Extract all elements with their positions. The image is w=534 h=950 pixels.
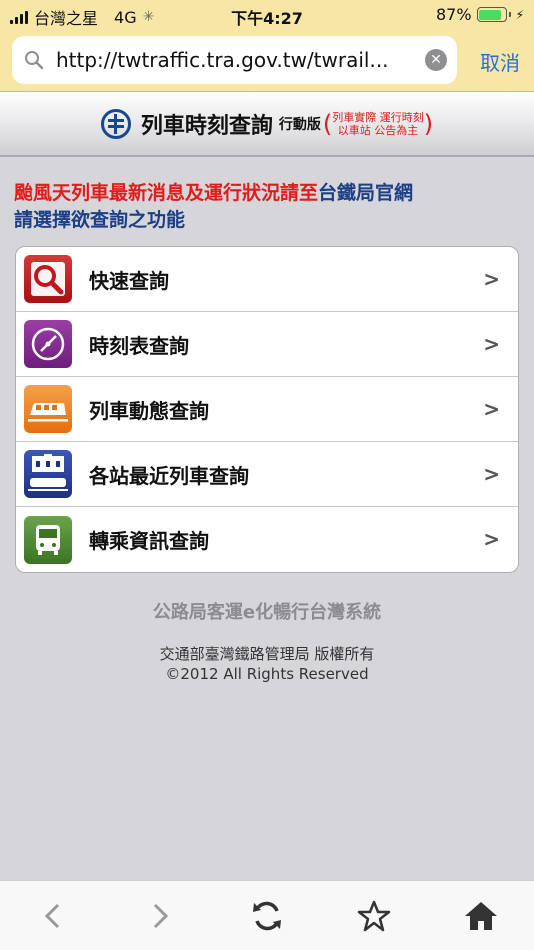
menu-item-timetable[interactable]: 時刻表查詢 > — [16, 312, 518, 377]
mobile-version-label: 行動版 — [278, 116, 321, 133]
charging-icon: ⚡ — [515, 7, 524, 22]
clock-icon — [24, 320, 72, 368]
refresh-icon[interactable] — [237, 891, 297, 941]
menu-item-transfer-info[interactable]: 轉乘資訊查詢 > — [16, 507, 518, 572]
copyright-line2: ©2012 All Rights Reserved — [165, 665, 369, 683]
tra-website-link[interactable]: 台鐵局官網 — [318, 182, 413, 204]
train-icon — [24, 385, 72, 433]
forward-icon[interactable] — [130, 891, 190, 941]
home-icon[interactable] — [451, 891, 511, 941]
url-field[interactable]: http://twtraffic.tra.gov.tw/twrail... ✕ — [12, 36, 457, 84]
chevron-right-icon: > — [483, 332, 500, 356]
menu-item-nearby-trains[interactable]: 各站最近列車查詢 > — [16, 442, 518, 507]
search-icon — [25, 51, 44, 70]
magnifier-icon — [24, 255, 72, 303]
chevron-right-icon: > — [483, 397, 500, 421]
tra-logo-icon — [100, 108, 131, 139]
site-header: 列車時刻查詢 行動版 ( 列車實際 運行時刻 以車站 公告為主 ) — [0, 92, 534, 157]
menu-item-label: 各站最近列車查詢 — [89, 463, 249, 488]
clear-url-icon[interactable]: ✕ — [425, 49, 447, 71]
menu-item-label: 轉乘資訊查詢 — [89, 529, 209, 553]
menu-item-train-status[interactable]: 列車動態查詢 > — [16, 377, 518, 442]
notice-line2: 以車站 公告為主 — [337, 123, 419, 137]
browser-toolbar — [0, 880, 534, 950]
battery-icon — [476, 7, 511, 22]
menu-item-label: 列車動態查詢 — [89, 398, 209, 423]
cancel-button[interactable]: 取消 — [480, 47, 520, 76]
chevron-right-icon: > — [483, 527, 500, 551]
choose-function-label: 請選擇欲查詢之功能 — [14, 209, 186, 231]
back-icon[interactable] — [23, 891, 83, 941]
menu-item-label: 快速查詢 — [89, 268, 169, 293]
station-icon — [24, 450, 72, 498]
intro-text: 颱風天列車最新消息及運行狀況請至台鐵局官網 請選擇欲查詢之功能 — [14, 180, 524, 234]
chevron-right-icon: > — [483, 462, 500, 486]
copyright: 交通部臺灣鐵路管理局 版權所有 ©2012 All Rights Reserve… — [0, 644, 534, 684]
menu-item-quick-search[interactable]: 快速查詢 > — [16, 247, 518, 312]
notice-line1: 列車實際 運行時刻 — [332, 110, 424, 124]
menu-item-label: 時刻表查詢 — [89, 333, 189, 358]
battery-percent: 87% — [436, 5, 472, 24]
status-bar: 台灣之星 4G ✳ 下午4:27 87% ⚡ — [0, 0, 534, 30]
function-menu: 快速查詢 > 時刻表查詢 > 列車動態查詢 > 各站最近列車查詢 > 轉乘資訊查… — [15, 246, 519, 573]
page-title: 列車時刻查詢 — [140, 113, 273, 139]
tagline: 公路局客運e化暢行台灣系統 — [152, 602, 382, 623]
browser-address-area: http://twtraffic.tra.gov.tw/twrail... ✕ … — [0, 30, 534, 92]
bookmark-star-icon[interactable] — [344, 891, 404, 941]
url-text[interactable]: http://twtraffic.tra.gov.tw/twrail... — [56, 48, 401, 72]
typhoon-notice: 颱風天列車最新消息及運行狀況請至 — [14, 182, 319, 204]
schedule-notice: ( 列車實際 運行時刻 以車站 公告為主 ) — [322, 109, 434, 138]
chevron-right-icon: > — [483, 267, 500, 291]
bus-icon — [24, 515, 72, 564]
copyright-line1: 交通部臺灣鐵路管理局 版權所有 — [159, 645, 375, 663]
